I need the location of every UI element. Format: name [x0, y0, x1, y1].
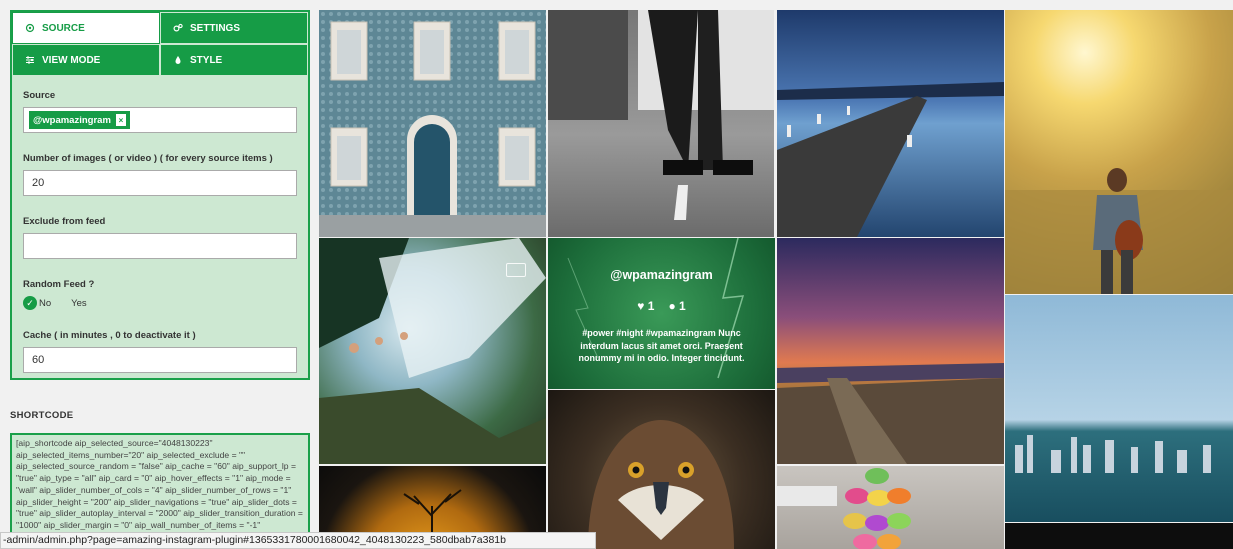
source-tag: @wpamazingram × [29, 111, 130, 129]
cache-label: Cache ( in minutes , 0 to deactivate it … [23, 330, 196, 341]
feed-image-building[interactable] [319, 10, 546, 237]
heart-icon: ♥ [637, 299, 645, 313]
feed-image-street[interactable] [548, 10, 774, 237]
tab-label: STYLE [190, 54, 223, 66]
cache-input[interactable]: 60 [23, 347, 297, 373]
likes-stat: ♥ 1 [637, 299, 654, 313]
feed-image-boardwalk[interactable] [777, 238, 1004, 464]
radio-yes-label: Yes [71, 297, 87, 309]
likes-count: 1 [647, 299, 655, 313]
exclude-label: Exclude from feed [23, 216, 106, 227]
exclude-input[interactable] [23, 233, 297, 259]
comment-icon: ● [668, 299, 676, 313]
overlay-handle: @wpamazingram [610, 268, 713, 282]
tab-label: VIEW MODE [42, 54, 101, 66]
check-icon: ✓ [23, 296, 37, 310]
source-field[interactable]: @wpamazingram × [23, 107, 297, 133]
number-input[interactable]: 20 [23, 170, 297, 196]
drop-icon [173, 55, 183, 65]
status-bar-url: -admin/admin.php?page=amazing-instagram-… [0, 532, 596, 549]
tab-source[interactable]: SOURCE [12, 12, 160, 44]
feed-image-pier[interactable] [777, 10, 1004, 237]
tab-settings[interactable]: SETTINGS [160, 12, 308, 44]
cogs-icon [173, 23, 183, 33]
feed-image-skyline[interactable] [1005, 295, 1233, 522]
feed-image-dark[interactable] [1005, 523, 1233, 549]
tab-view-mode[interactable]: VIEW MODE [12, 44, 160, 76]
comments-count: 1 [679, 299, 686, 313]
comments-stat: ● 1 [668, 299, 685, 313]
shortcode-textarea[interactable]: [aip_shortcode aip_selected_source="4048… [10, 433, 310, 543]
feed-image-guitar-man[interactable] [1005, 10, 1233, 294]
feed-image-macarons[interactable] [777, 466, 1004, 549]
random-radio-group: ✓ No Yes [23, 296, 297, 310]
video-icon [506, 263, 526, 277]
settings-tabs: SOURCE SETTINGS VIEW MODE STYLE [12, 12, 308, 76]
radio-no[interactable]: ✓ No [23, 296, 51, 310]
source-label: Source [23, 90, 56, 101]
settings-panel: SOURCE SETTINGS VIEW MODE STYLE Source @… [10, 10, 310, 380]
number-label: Number of images ( or video ) ( for ever… [23, 153, 273, 164]
random-label: Random Feed ? [23, 279, 95, 290]
source-tag-label: @wpamazingram [33, 114, 111, 126]
overlay-caption: #power #night #wpamazingram Nunc interdu… [578, 328, 745, 363]
radio-yes[interactable]: Yes [61, 298, 87, 309]
tab-label: SOURCE [42, 22, 85, 34]
overlay-stats: ♥ 1 ● 1 [637, 299, 685, 313]
tag-remove-button[interactable]: × [115, 114, 126, 126]
feed-hover-card[interactable]: @wpamazingram ♥ 1 ● 1 #power #night #wpa… [548, 238, 775, 389]
radio-no-label: No [39, 297, 52, 309]
gear-icon [25, 23, 35, 33]
tab-style[interactable]: STYLE [160, 44, 308, 76]
hover-overlay: @wpamazingram ♥ 1 ● 1 #power #night #wpa… [548, 238, 775, 389]
source-form: Source @wpamazingram × Number of images … [12, 76, 308, 373]
feed-image-eagle[interactable] [548, 390, 775, 549]
sliders-icon [25, 55, 35, 65]
tab-label: SETTINGS [190, 22, 241, 34]
feed-video-waterfall[interactable] [319, 238, 546, 464]
shortcode-title: SHORTCODE [10, 410, 74, 421]
